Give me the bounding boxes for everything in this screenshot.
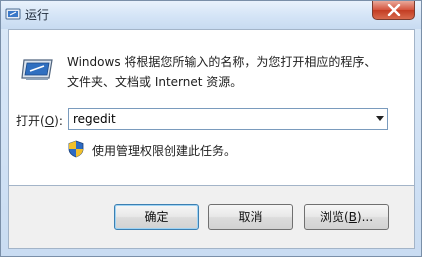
open-label-accel: O — [44, 114, 55, 128]
chevron-down-icon[interactable] — [376, 116, 384, 121]
cancel-button[interactable]: 取消 — [208, 204, 293, 230]
browse-button[interactable]: 浏览(B)... — [304, 204, 389, 230]
window-title: 运行 — [25, 8, 50, 22]
run-icon — [5, 8, 21, 20]
open-combobox[interactable] — [68, 108, 388, 130]
run-dialog: 运行 Windows 将根据您所输入的名称，为您打开相应的程序、 文件夹、文档或… — [0, 0, 422, 257]
open-input[interactable] — [71, 110, 370, 128]
description: Windows 将根据您所输入的名称，为您打开相应的程序、 文件夹、文档或 In… — [67, 52, 407, 92]
uac-shield-icon — [68, 140, 84, 158]
open-label: 打开(O): — [16, 112, 63, 129]
title-bar[interactable]: 运行 — [1, 1, 421, 29]
dialog-body: Windows 将根据您所输入的名称，为您打开相应的程序、 文件夹、文档或 In… — [8, 29, 415, 186]
open-label-prefix: 打开( — [16, 114, 45, 128]
admin-note: 使用管理权限创建此任务。 — [92, 144, 237, 158]
close-button[interactable] — [372, 1, 415, 20]
browse-label-accel: B — [348, 210, 357, 224]
browse-label-prefix: 浏览( — [319, 210, 349, 224]
run-dialog-icon — [21, 59, 53, 80]
description-line-1: Windows 将根据您所输入的名称，为您打开相应的程序、 — [67, 55, 377, 69]
ok-button[interactable]: 确定 — [114, 204, 199, 230]
close-icon — [387, 4, 401, 16]
browse-label-suffix: )... — [356, 210, 374, 224]
open-label-suffix: ): — [54, 114, 63, 128]
description-line-2: 文件夹、文档或 Internet 资源。 — [67, 75, 243, 89]
